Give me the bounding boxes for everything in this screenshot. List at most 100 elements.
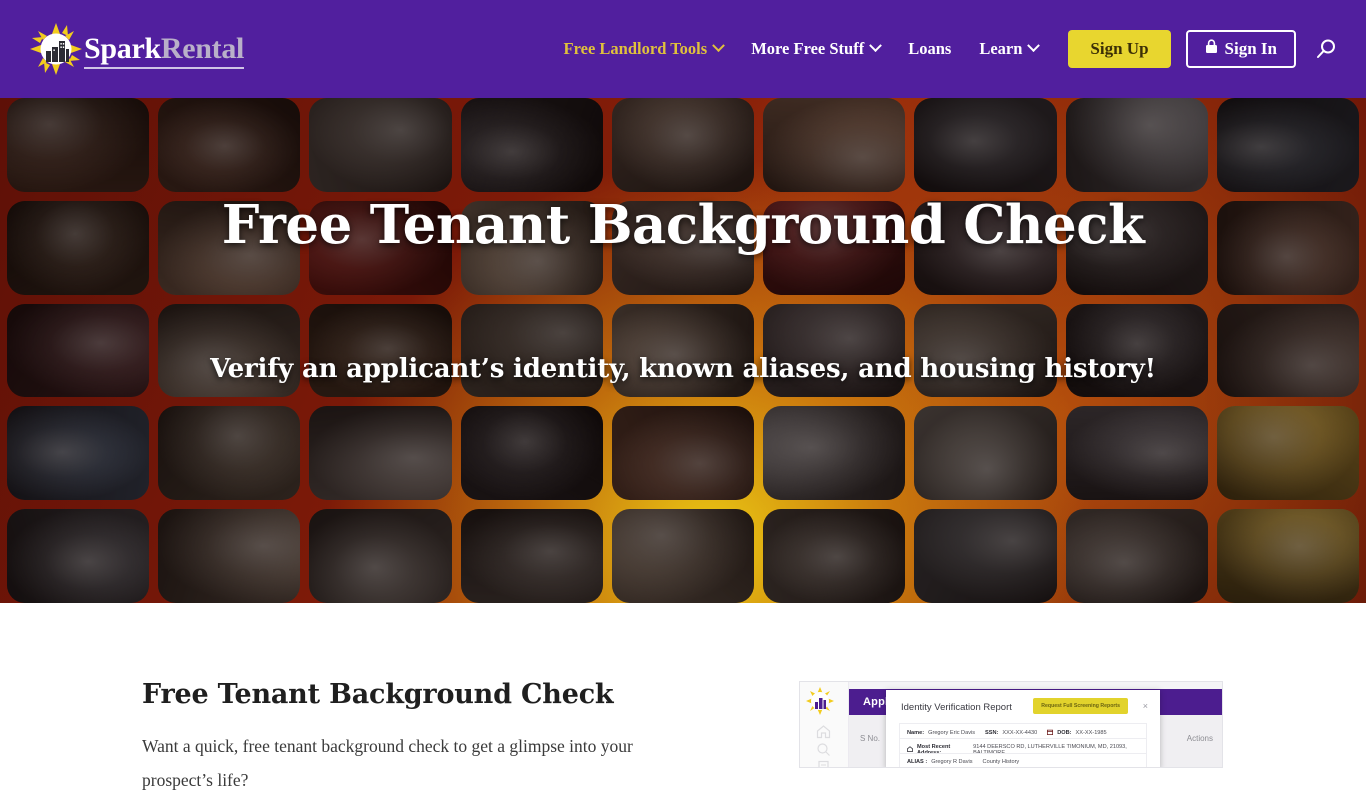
chevron-down-icon <box>869 39 883 53</box>
hero-photo-tile <box>460 303 603 398</box>
search-icon[interactable] <box>816 742 831 757</box>
hero-photo-tile <box>460 406 603 501</box>
modal-ssn-label: SSN: <box>985 730 999 736</box>
sun-city-logo-icon <box>30 23 82 75</box>
nav-label: Learn <box>979 38 1023 58</box>
hero-photo-tile <box>763 303 906 398</box>
modal-name-field: Name: Gregory Eric Davis <box>907 730 975 736</box>
hero-photo-tile <box>158 406 301 501</box>
request-full-screening-reports-button[interactable]: Request Full Screening Reports <box>1033 698 1128 714</box>
lock-icon <box>1205 39 1218 59</box>
hero-photo-tile <box>611 303 755 398</box>
app-logo-icon <box>806 687 842 717</box>
logo-text-rental: Rental <box>160 31 245 65</box>
hero-photo-tile <box>158 509 301 603</box>
hero-photo-tile <box>914 509 1057 603</box>
content-left-column: Free Tenant Background Check Want a quic… <box>142 679 702 797</box>
hero-photo-tile <box>763 98 906 192</box>
hero-photo-tile <box>914 406 1057 501</box>
hero-photo-tile <box>1065 406 1208 501</box>
hero-photo-tile <box>309 406 452 501</box>
modal-ssn-field: SSN: XXX-XX-4430 <box>985 730 1037 736</box>
modal-alias-value: Gregory R Davis <box>931 759 973 765</box>
nav-item-loans[interactable]: Loans <box>894 39 965 59</box>
hero-photo-tile <box>7 509 150 603</box>
hero-photo-tile <box>763 200 906 295</box>
sign-in-button[interactable]: Sign In <box>1185 30 1296 68</box>
hero-photo-tile <box>914 303 1057 398</box>
hero-photo-tile <box>1216 98 1359 192</box>
modal-name-label: Name: <box>907 730 925 736</box>
nav-label: More Free Stuff <box>751 38 865 58</box>
modal-dob-label: DOB: <box>1057 730 1072 736</box>
document-icon[interactable] <box>816 760 831 767</box>
hero-photo-tile <box>309 303 452 398</box>
modal-dob-field: DOB: XX-XX-1985 <box>1047 729 1107 737</box>
nav-label: Loans <box>908 38 952 58</box>
modal-alias-extra: County History <box>982 759 1020 765</box>
hero-photo-tile <box>1065 200 1208 295</box>
logo-text: SparkRental <box>84 31 245 69</box>
app-screenshot-image: Application S No. Actions Identity Verif… <box>799 681 1223 768</box>
section-title: Free Tenant Background Check <box>142 679 614 710</box>
nav-item-more-free-stuff[interactable]: More Free Stuff <box>737 39 894 59</box>
hero-photo-tile <box>158 98 301 192</box>
home-icon[interactable] <box>816 724 831 739</box>
hero-photo-tile <box>309 200 452 295</box>
sign-up-button[interactable]: Sign Up <box>1068 30 1171 68</box>
hero-photo-tile <box>1216 509 1359 603</box>
calendar-icon <box>1047 729 1054 737</box>
modal-dob-value: XX-XX-1985 <box>1075 730 1107 736</box>
hero-photo-tile <box>1065 98 1208 192</box>
close-icon[interactable]: × <box>1143 701 1148 711</box>
hero-photo-tile <box>7 98 150 192</box>
hero-photo-tile <box>611 98 755 192</box>
hero-photo-tile <box>7 303 150 398</box>
section-paragraph: Want a quick, free tenant background che… <box>142 736 633 790</box>
chevron-down-icon <box>1027 39 1041 53</box>
hero-photo-tile <box>611 406 755 501</box>
sign-in-label: Sign In <box>1224 39 1277 59</box>
hero-photo-tile <box>1216 303 1359 398</box>
main-nav: Free Landlord Tools More Free Stuff Loan… <box>550 30 1366 68</box>
modal-ssn-value: XXX-XX-4430 <box>1002 730 1038 736</box>
hero-photo-tile <box>1065 509 1208 603</box>
hero-photo-tile <box>914 98 1057 192</box>
hero-photo-tile <box>611 509 755 603</box>
hero-photo-tile <box>158 303 301 398</box>
hero-section: Free Tenant Background Check Verify an a… <box>0 98 1366 603</box>
hero-photo-grid <box>0 98 1366 603</box>
modal-name-value: Gregory Eric Davis <box>928 730 976 736</box>
hero-photo-tile <box>1216 200 1359 295</box>
nav-label: Free Landlord Tools <box>563 38 708 58</box>
modal-title: Identity Verification Report <box>901 702 1012 713</box>
search-icon[interactable] <box>1314 37 1338 61</box>
hero-photo-tile <box>611 200 755 295</box>
hero-photo-tile <box>309 509 452 603</box>
modal-row-alias: ALIAS : Gregory R Davis County History <box>899 753 1147 767</box>
nav-item-free-landlord-tools[interactable]: Free Landlord Tools <box>550 39 738 59</box>
hero-photo-tile <box>460 509 603 603</box>
hero-photo-tile <box>460 200 603 295</box>
hero-photo-tile <box>763 406 906 501</box>
hero-photo-tile <box>914 200 1057 295</box>
site-header: SparkRental Free Landlord Tools More Fre… <box>0 0 1366 98</box>
modal-alias-field: ALIAS : Gregory R Davis <box>907 759 973 765</box>
hero-photo-tile <box>763 509 906 603</box>
hero-photo-tile <box>1216 406 1359 501</box>
hero-photo-tile <box>460 98 603 192</box>
hero-photo-tile <box>309 98 452 192</box>
app-table-col-sno: S No. <box>860 734 881 743</box>
identity-verification-modal: Identity Verification Report Request Ful… <box>886 690 1160 767</box>
hero-photo-tile <box>158 200 301 295</box>
nav-item-learn[interactable]: Learn <box>965 39 1052 59</box>
hero-photo-tile <box>1065 303 1208 398</box>
modal-alias-label: ALIAS : <box>907 759 928 765</box>
logo[interactable]: SparkRental <box>30 23 244 75</box>
logo-text-spark: Spark <box>84 31 161 65</box>
app-sidebar <box>800 682 849 767</box>
app-table-col-actions: Actions <box>1186 734 1213 743</box>
hero-photo-tile <box>7 200 150 295</box>
chevron-down-icon <box>712 39 726 53</box>
hero-photo-tile <box>7 406 150 501</box>
